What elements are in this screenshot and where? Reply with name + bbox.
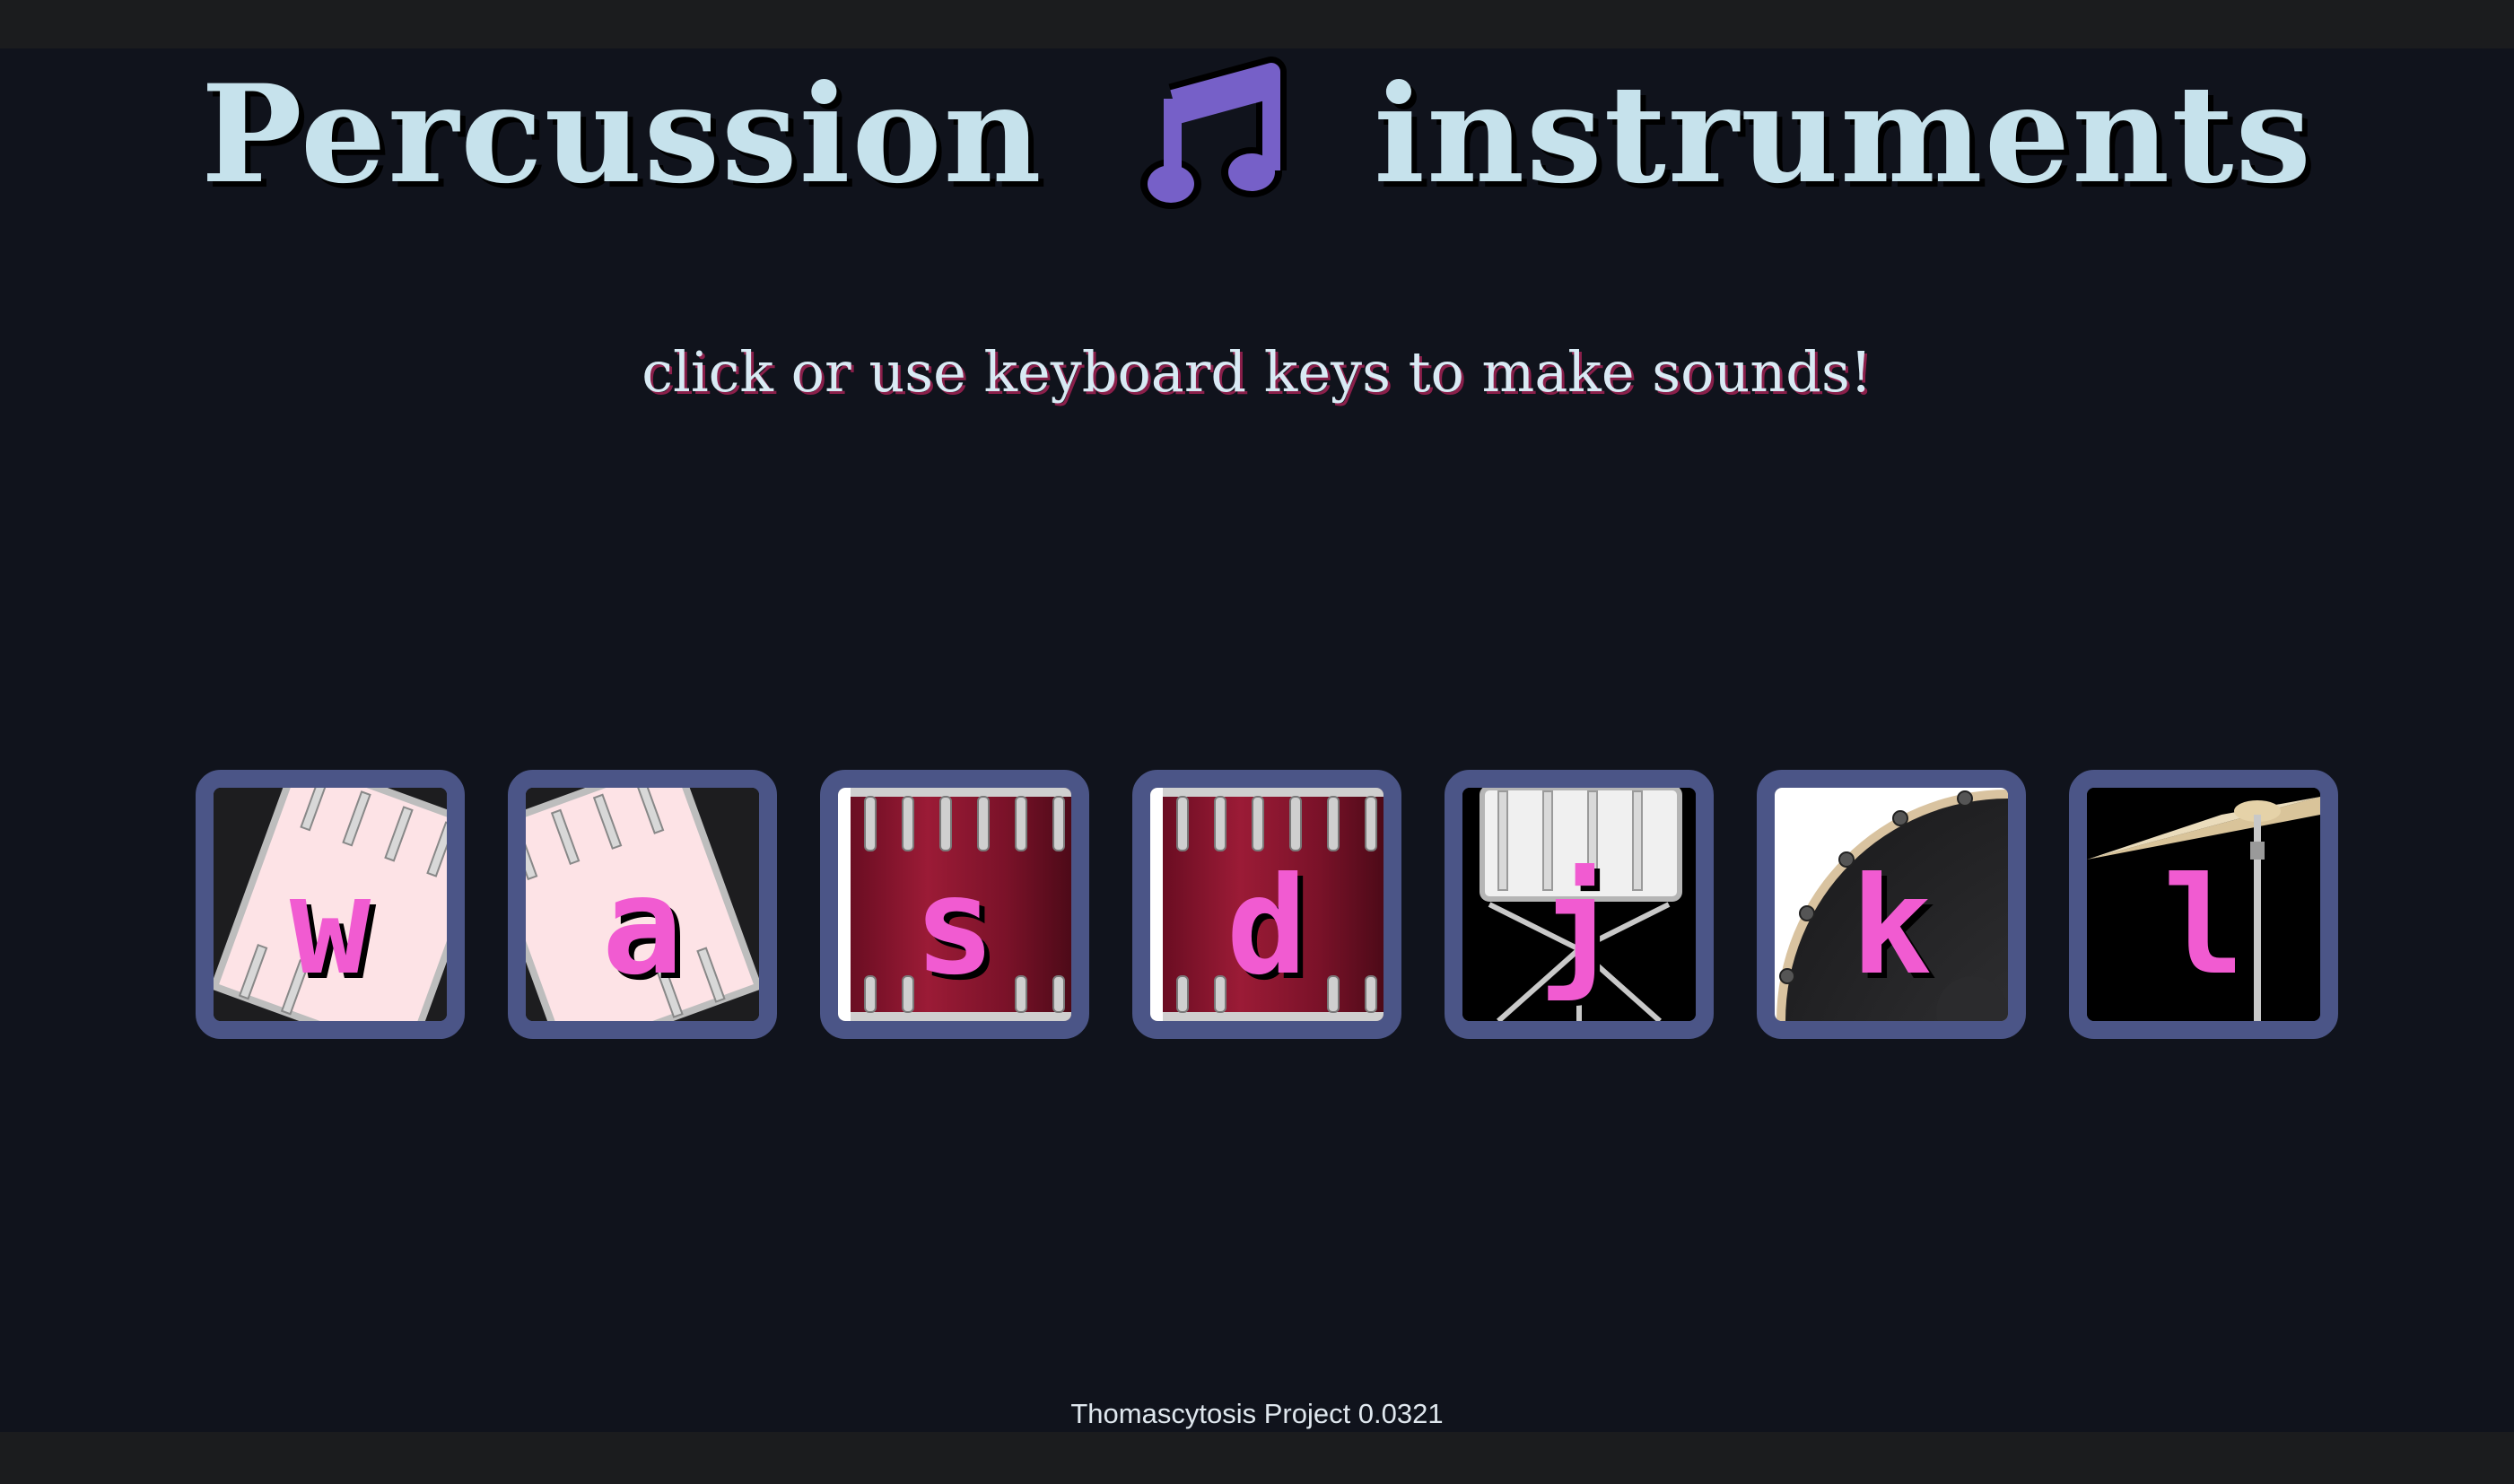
- pad-key-label: s: [913, 849, 996, 1005]
- browser-top-bar: [0, 0, 2514, 48]
- page: [0, 48, 2514, 1432]
- title-left: Percussion: [201, 56, 1043, 214]
- pad-key-label: j: [1538, 849, 1620, 1005]
- pad-key-label: d: [1226, 849, 1308, 1005]
- pad-key-label: l: [2162, 849, 2245, 1005]
- pad-key-label: a: [601, 849, 684, 1005]
- footer-project-label: Thomascytosis Project 0.0321: [1070, 1398, 1444, 1429]
- instructions-subtitle: click or use keyboard keys to make sound…: [642, 339, 1872, 405]
- drum-pads: w a s d j k l: [196, 770, 2340, 1039]
- pad-key-label: w: [289, 849, 371, 1005]
- drum-pad-k[interactable]: k: [1757, 770, 2026, 1039]
- drum-pad-w[interactable]: w: [196, 770, 465, 1039]
- drum-pad-d[interactable]: d: [1132, 770, 1401, 1039]
- drum-pad-l[interactable]: l: [2069, 770, 2338, 1039]
- drum-pad-j[interactable]: j: [1445, 770, 1714, 1039]
- musical-notes-icon: [1119, 54, 1298, 215]
- drum-pad-s[interactable]: s: [820, 770, 1089, 1039]
- drum-pad-a[interactable]: a: [508, 770, 777, 1039]
- title-right: instruments: [1374, 56, 2313, 214]
- browser-bottom-bar: [0, 1432, 2514, 1484]
- page-title: Percussion instruments: [0, 54, 2514, 215]
- pad-key-label: k: [1850, 849, 1933, 1005]
